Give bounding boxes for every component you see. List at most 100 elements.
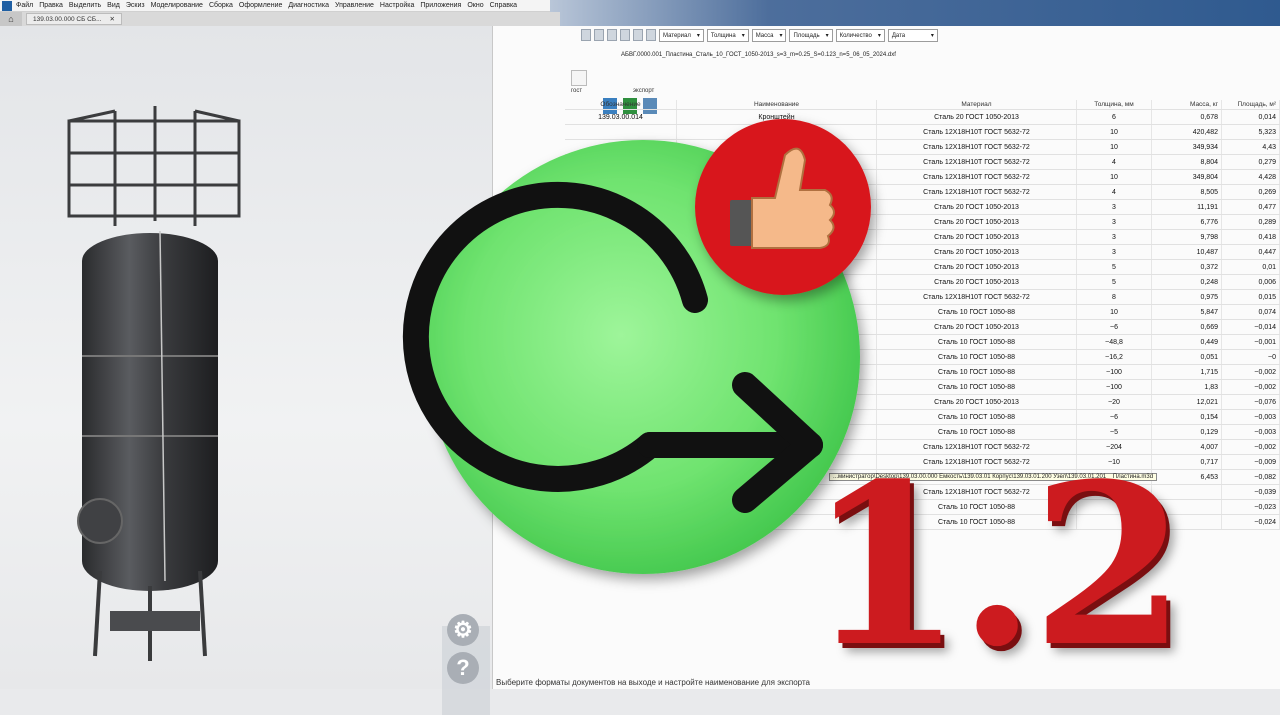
table-row[interactable]: Сталь 12Х18Н10Т ГОСТ 5632-72 10 349,934 4,4… xyxy=(565,140,1280,155)
cell-mass: 0,248 xyxy=(1152,275,1222,289)
gear-icon[interactable]: ⚙ xyxy=(447,614,479,646)
menu-edit[interactable]: Правка xyxy=(39,2,63,9)
cell-mass: 0,154 xyxy=(1152,410,1222,424)
cell-thickness: ~48,8 xyxy=(1077,335,1152,349)
cell-area: ~0,002 xyxy=(1222,365,1280,379)
menu-window[interactable]: Окно xyxy=(467,2,483,9)
cell-material: Сталь 20 ГОСТ 1050-2013 xyxy=(877,200,1077,214)
cell-area: ~0,003 xyxy=(1222,410,1280,424)
table-row[interactable]: Сталь 20 ГОСТ 1050-2013 3 11,191 0,477 xyxy=(565,200,1280,215)
table-row[interactable]: Сталь 12Х18Н10Т ГОСТ 5632-72 4 8,804 0,279 xyxy=(565,155,1280,170)
cell-material: Сталь 12Х18Н10Т ГОСТ 5632-72 xyxy=(877,170,1077,184)
toolbar-tool-icon[interactable] xyxy=(620,29,630,41)
table-row[interactable]: Сталь 20 ГОСТ 1050-2013 ~20 12,021 ~0,076 xyxy=(565,395,1280,410)
cell-material: Сталь 12Х18Н10Т ГОСТ 5632-72 xyxy=(877,185,1077,199)
cell-material: Сталь 10 ГОСТ 1050-88 xyxy=(877,380,1077,394)
table-row[interactable]: мм Сталь 10 ГОСТ 1050-88 ~100 1,715 ~0,002 xyxy=(565,365,1280,380)
document-tab-bar: ⌂ 139.03.00.000 СБ СБ... ✕ xyxy=(0,12,560,26)
cell-designation xyxy=(565,125,677,139)
quantity-combo[interactable]: Количество ▾ xyxy=(835,29,885,42)
cell-designation xyxy=(565,305,677,319)
cell-thickness: 10 xyxy=(1077,305,1152,319)
menu-manage[interactable]: Управление xyxy=(335,2,374,9)
col-designation[interactable]: Обозначение xyxy=(565,100,677,109)
material-combo[interactable]: Материал ▾ xyxy=(659,29,704,42)
table-row[interactable]: мм Сталь 10 ГОСТ 1050-88 ~100 1,83 ~0,002 xyxy=(565,380,1280,395)
menu-help[interactable]: Справка xyxy=(490,2,517,9)
table-row[interactable]: Сталь 12Х18Н10Т ГОСТ 5632-72 4 8,505 0,269 xyxy=(565,185,1280,200)
table-row[interactable]: Сталь 20 ГОСТ 1050-2013 3 9,798 0,418 xyxy=(565,230,1280,245)
cell-designation xyxy=(565,140,677,154)
cell-area: ~0,002 xyxy=(1222,440,1280,454)
toolbar-tool-icon[interactable] xyxy=(633,29,643,41)
home-icon[interactable]: ⌂ xyxy=(0,12,22,26)
cell-mass: 0,449 xyxy=(1152,335,1222,349)
cell-area: ~0,003 xyxy=(1222,425,1280,439)
menu-diagnostics[interactable]: Диагностика xyxy=(288,2,329,9)
menu-view[interactable]: Вид xyxy=(107,2,120,9)
area-combo[interactable]: Площадь ▾ xyxy=(789,29,833,42)
table-row[interactable]: ~ 6 ... Сталь 10 ГОСТ 1050-88 ~6 0,154 ~0,00… xyxy=(565,410,1280,425)
help-icon[interactable]: ? xyxy=(447,652,479,684)
gost-label: гост xyxy=(571,88,583,94)
chevron-down-icon: ▾ xyxy=(696,33,700,39)
toolbar-tool-icon[interactable] xyxy=(581,29,591,41)
mass-combo[interactable]: Масса ▾ xyxy=(751,29,787,42)
model-viewport[interactable] xyxy=(0,26,492,715)
cell-area: 0,289 xyxy=(1222,215,1280,229)
cell-designation xyxy=(565,485,677,499)
toolbar-tool-icon[interactable] xyxy=(607,29,617,41)
col-thickness[interactable]: Толщина, мм xyxy=(1077,100,1152,109)
cell-area: 0,01 xyxy=(1222,260,1280,274)
table-row[interactable]: Сталь 12Х18Н10Т ГОСТ 5632-72 8 0,975 0,015 xyxy=(565,290,1280,305)
table-row[interactable]: 5 Сталь 10 ГОСТ 1050-88 ~48,8 0,449 ~0,001 xyxy=(565,335,1280,350)
menu-design[interactable]: Оформление xyxy=(239,2,282,9)
menu-modeling[interactable]: Моделирование xyxy=(151,2,203,9)
cell-area: 0,279 xyxy=(1222,155,1280,169)
col-material[interactable]: Материал xyxy=(877,100,1077,109)
table-row[interactable]: 2... Сталь 10 ГОСТ 1050-88 ~16,2 0,051 ~0 xyxy=(565,350,1280,365)
table-row[interactable]: Сталь 12Х18Н10Т ГОСТ 5632-72 10 420,482 5,3… xyxy=(565,125,1280,140)
cell-designation xyxy=(565,230,677,244)
cell-material: Сталь 10 ГОСТ 1050-88 xyxy=(877,305,1077,319)
table-row[interactable]: Сталь 12Х18Н10Т ГОСТ 5632-72 10 349,804 4,4… xyxy=(565,170,1280,185)
cell-area: 0,477 xyxy=(1222,200,1280,214)
menu-settings[interactable]: Настройка xyxy=(380,2,414,9)
toolbar-tool-icon[interactable] xyxy=(646,29,656,41)
menu-file[interactable]: Файл xyxy=(16,2,33,9)
menu-sketch[interactable]: Эскиз xyxy=(126,2,145,9)
cell-thickness: 3 xyxy=(1077,245,1152,259)
cell-designation xyxy=(565,470,677,484)
mass-combo-label: Масса xyxy=(755,32,774,39)
cell-mass: 0,372 xyxy=(1152,260,1222,274)
chevron-down-icon: ▾ xyxy=(779,33,783,39)
cell-name xyxy=(677,215,877,229)
cell-area: ~0,023 xyxy=(1222,500,1280,514)
table-row[interactable]: Сталь 10 ГОСТ 1050-88 10 5,847 0,074 xyxy=(565,305,1280,320)
cell-area: ~0,024 xyxy=(1222,515,1280,529)
cell-designation xyxy=(565,170,677,184)
thickness-combo-label: Толщина xyxy=(710,32,736,39)
close-icon[interactable]: ✕ xyxy=(110,15,115,23)
table-row[interactable]: Сталь 20 ГОСТ 1050-2013 ~6 0,669 ~0,014 xyxy=(565,320,1280,335)
cell-mass: 0,678 xyxy=(1152,110,1222,124)
thickness-combo[interactable]: Толщина ▾ xyxy=(706,29,749,42)
table-row[interactable]: Сталь 20 ГОСТ 1050-2013 3 10,487 0,447 xyxy=(565,245,1280,260)
menu-assembly[interactable]: Сборка xyxy=(209,2,233,9)
col-mass[interactable]: Масса, кг xyxy=(1152,100,1222,109)
date-combo[interactable]: Дата ▾ xyxy=(887,29,938,42)
table-row[interactable]: 139.03.00.014 Кронштейн Сталь 20 ГОСТ 1050… xyxy=(565,110,1280,125)
menu-apps[interactable]: Приложения xyxy=(420,2,461,9)
table-row[interactable]: Сталь 20 ГОСТ 1050-2013 5 0,372 0,01 xyxy=(565,260,1280,275)
app-logo-icon xyxy=(2,0,12,11)
col-name[interactable]: Наименование xyxy=(677,100,877,109)
toolbar-tool-icon[interactable] xyxy=(594,29,604,41)
cell-designation xyxy=(565,155,677,169)
table-row[interactable]: Сталь 20 ГОСТ 1050-2013 3 6,776 0,289 xyxy=(565,215,1280,230)
document-icon[interactable] xyxy=(571,70,587,86)
cell-thickness: 4 xyxy=(1077,155,1152,169)
table-row[interactable]: Сталь 20 ГОСТ 1050-2013 5 0,248 0,006 xyxy=(565,275,1280,290)
document-tab[interactable]: 139.03.00.000 СБ СБ... ✕ xyxy=(26,13,122,25)
menu-select[interactable]: Выделить xyxy=(69,2,101,9)
col-area[interactable]: Площадь, м² xyxy=(1222,100,1280,109)
